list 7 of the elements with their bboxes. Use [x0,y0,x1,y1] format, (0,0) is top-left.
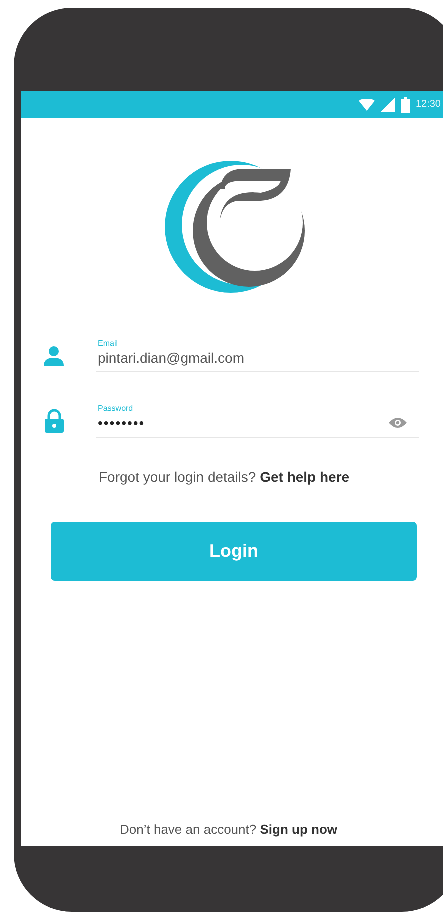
status-time: 12:30 [416,100,441,110]
get-help-link[interactable]: Get help here [260,469,350,485]
sign-up-link[interactable]: Sign up now [260,822,338,837]
password-field[interactable]: Password •••••••• [96,404,419,438]
signup-text: Don’t have an account? Sign up now [120,821,338,839]
forgot-login-text: Forgot your login details? Get help here [99,468,351,486]
email-field[interactable]: Email pintari.dian@gmail.com [96,339,419,372]
